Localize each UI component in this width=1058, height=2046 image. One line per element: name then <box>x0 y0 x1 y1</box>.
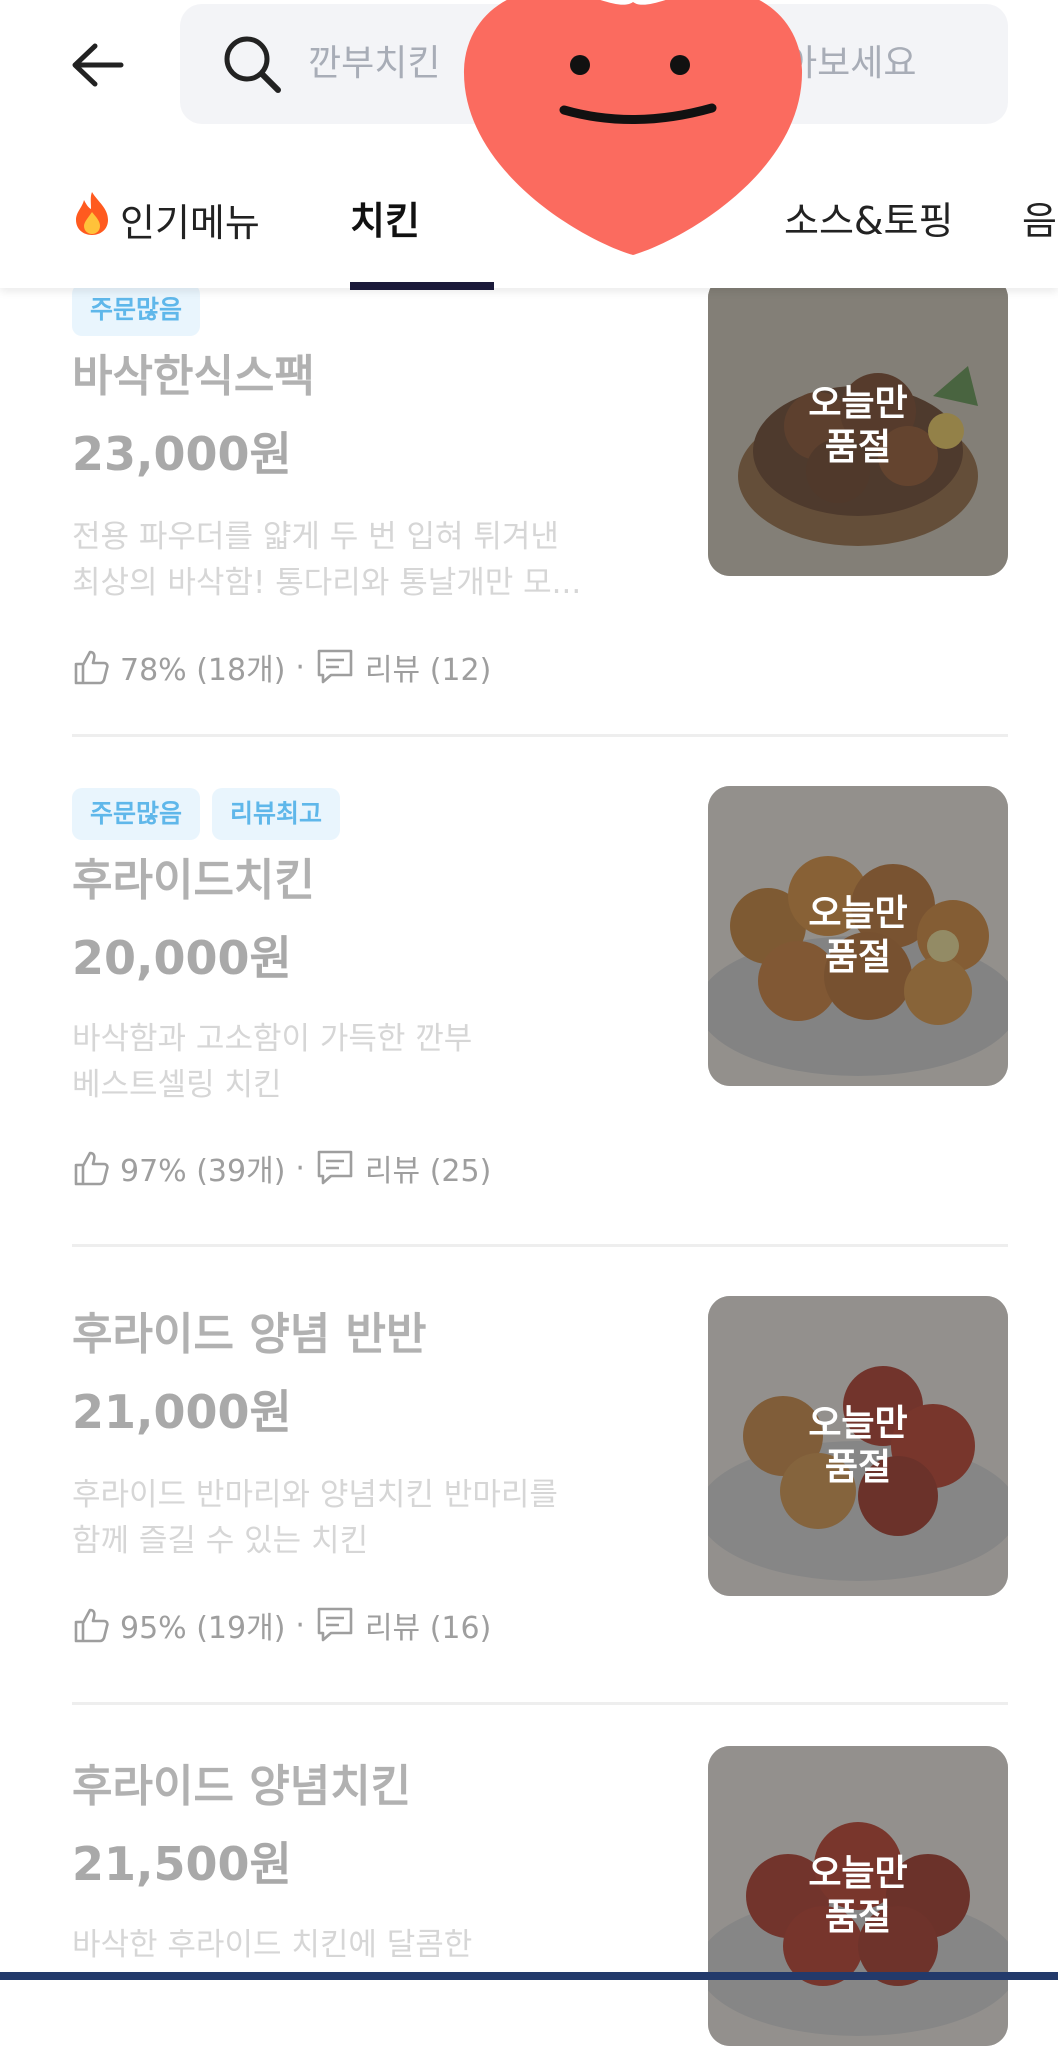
menu-thumbnail[interactable]: 오늘만 품절 <box>708 1296 1008 1596</box>
tab-drinks[interactable]: 음 <box>1022 190 1057 245</box>
arrow-left-icon <box>72 43 124 87</box>
tab-drinks-label: 음 <box>1022 199 1057 243</box>
menu-description: 바삭한 후라이드 치킨에 달콤한 <box>72 1922 642 1968</box>
description-line: 베스트셀링 치킨 <box>72 1067 282 1103</box>
divider <box>72 1702 1008 1705</box>
tab-popular-label: 인기메뉴 <box>120 201 260 245</box>
menu-price: 21,000원 <box>72 1385 292 1439</box>
badge-popular-order: 주문많음 <box>72 788 201 840</box>
review-count: 리뷰 (16) <box>364 1611 492 1646</box>
tab-popular[interactable]: 인기메뉴 <box>72 190 260 247</box>
menu-name: 후라이드 양념치킨 <box>72 1761 412 1812</box>
thumbs-up-icon <box>74 650 109 685</box>
soldout-label: 오늘만 품절 <box>808 1853 908 1938</box>
menu-thumbnail[interactable]: 오늘만 품절 <box>708 276 1008 576</box>
menu-description: 전용 파우더를 얇게 두 번 입혀 튀겨낸 최상의 바삭함! 통다리와 통날개만… <box>72 514 642 606</box>
menu-description: 바삭함과 고소함이 가득한 깐부 베스트셀링 치킨 <box>72 1016 642 1108</box>
review-count: 리뷰 (25) <box>364 1154 492 1189</box>
divider <box>72 1244 1008 1247</box>
menu-name: 후라이드 양념 반반 <box>72 1309 427 1360</box>
soldout-label: 오늘만 품절 <box>808 1403 908 1488</box>
tab-chicken-label: 치킨 <box>350 199 420 243</box>
like-rate: 97% (39개) <box>120 1154 286 1189</box>
menu-price: 20,000원 <box>72 931 292 985</box>
menu-description: 후라이드 반마리와 양념치킨 반마리를 함께 즐길 수 있는 치킨 <box>72 1472 642 1564</box>
active-tab-indicator <box>350 282 494 290</box>
menu-stats: 95% (19개) · 리뷰 (16) <box>72 1600 491 1650</box>
comment-icon <box>317 1150 353 1185</box>
tab-chicken[interactable]: 치킨 <box>350 190 420 245</box>
soldout-label: 오늘만 품절 <box>808 383 908 468</box>
menu-stats: 78% (18개) · 리뷰 (12) <box>72 642 491 692</box>
soldout-overlay: 오늘만 품절 <box>708 276 1008 576</box>
menu-thumbnail[interactable]: 오늘만 품절 <box>708 786 1008 1086</box>
menu-price: 21,500원 <box>72 1837 292 1891</box>
description-line: 함께 즐길 수 있는 치킨 <box>72 1523 369 1559</box>
menu-name: 바삭한식스팩 <box>72 351 315 402</box>
menu-name: 후라이드치킨 <box>72 855 315 906</box>
thumbs-up-icon <box>74 1151 109 1186</box>
comment-icon <box>317 649 353 684</box>
review-count: 리뷰 (12) <box>364 653 492 688</box>
tab-sauce-topping[interactable]: 소스&토핑 <box>784 190 953 245</box>
badge-group: 주문많음 리뷰최고 <box>72 788 341 840</box>
flame-icon <box>72 190 112 246</box>
badge-popular-order: 주문많음 <box>72 284 201 336</box>
like-rate: 95% (19개) <box>120 1611 286 1646</box>
description-line: 전용 파우더를 얇게 두 번 입혀 튀겨낸 <box>72 519 559 555</box>
soldout-overlay: 오늘만 품절 <box>708 1296 1008 1596</box>
like-rate: 78% (18개) <box>120 653 286 688</box>
soldout-overlay: 오늘만 품절 <box>708 786 1008 1086</box>
comment-icon <box>317 1607 353 1642</box>
description-line: 최상의 바삭함! 통다리와 통날개만 모... <box>72 565 582 601</box>
thumbs-up-icon <box>74 1608 109 1643</box>
divider <box>72 734 1008 737</box>
back-button[interactable] <box>62 30 132 100</box>
menu-thumbnail[interactable]: 오늘만 품절 <box>708 1746 1008 2046</box>
badge-best-review: 리뷰최고 <box>212 788 341 840</box>
menu-stats: 97% (39개) · 리뷰 (25) <box>72 1143 491 1193</box>
soldout-label: 오늘만 품절 <box>808 893 908 978</box>
menu-price: 23,000원 <box>72 427 292 481</box>
separator-dot: · <box>295 1150 305 1186</box>
description-line: 후라이드 반마리와 양념치킨 반마리를 <box>72 1477 558 1513</box>
bottom-bar-edge <box>0 1972 1058 1980</box>
search-placeholder: 깐부치킨 <box>308 43 441 84</box>
separator-dot: · <box>295 649 305 685</box>
separator-dot: · <box>295 1607 305 1643</box>
description-line: 바삭한 후라이드 치킨에 달콤한 <box>72 1927 473 1963</box>
badge-group: 주문많음 <box>72 284 201 336</box>
search-icon <box>224 36 281 93</box>
heart-smiley-sticker <box>463 0 803 255</box>
menu-list: 주문많음 바삭한식스팩 23,000원 전용 파우더를 얇게 두 번 입혀 튀겨… <box>0 276 1058 2046</box>
tab-sauce-label: 소스&토핑 <box>784 199 954 243</box>
description-line: 바삭함과 고소함이 가득한 깐부 <box>72 1021 473 1057</box>
soldout-overlay: 오늘만 품절 <box>708 1746 1008 2046</box>
